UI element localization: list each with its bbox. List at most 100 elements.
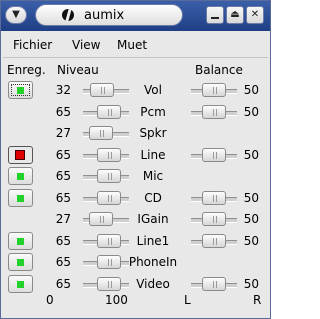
channel-row-cd: 65 CD 50 bbox=[1, 188, 270, 210]
maximize-button[interactable]: ⏏ bbox=[226, 6, 244, 24]
slider-knob[interactable] bbox=[202, 234, 226, 248]
record-toggle-video[interactable] bbox=[8, 275, 33, 293]
channel-row-pcm: 65 Pcm 50 bbox=[1, 102, 270, 124]
close-button[interactable]: ✕ bbox=[246, 6, 264, 24]
level-slider[interactable] bbox=[83, 148, 129, 164]
record-led-icon bbox=[17, 259, 24, 266]
slider-knob[interactable] bbox=[202, 105, 226, 119]
record-toggle-mic[interactable] bbox=[8, 167, 33, 185]
slider-knob[interactable] bbox=[97, 169, 121, 183]
level-slider[interactable] bbox=[83, 169, 129, 185]
channel-row-line1: 65 Line1 50 bbox=[1, 231, 270, 253]
scale-level-min: 0 bbox=[46, 293, 54, 307]
level-slider[interactable] bbox=[83, 234, 129, 250]
record-toggle-phonein[interactable] bbox=[8, 253, 33, 271]
menu-bar: Fichier View Muet bbox=[3, 33, 268, 58]
channel-row-video: 65 Video 50 bbox=[1, 274, 270, 296]
aumix-app-icon bbox=[62, 9, 74, 21]
slider-knob[interactable] bbox=[202, 83, 226, 97]
slider-knob[interactable] bbox=[202, 212, 226, 226]
header-balance: Balance bbox=[195, 63, 243, 77]
slider-knob[interactable] bbox=[97, 105, 121, 119]
level-value: 65 bbox=[55, 234, 71, 248]
record-toggle-cd[interactable] bbox=[8, 189, 33, 207]
level-slider[interactable] bbox=[83, 105, 129, 121]
menu-muet[interactable]: Muet bbox=[117, 38, 147, 52]
channel-label: IGain bbox=[137, 212, 169, 226]
level-value: 65 bbox=[55, 255, 71, 269]
slider-knob[interactable] bbox=[202, 148, 226, 162]
channel-label: Line1 bbox=[136, 234, 170, 248]
slider-knob[interactable] bbox=[97, 234, 121, 248]
balance-slider[interactable] bbox=[191, 212, 237, 228]
record-toggle-line[interactable] bbox=[8, 146, 33, 164]
balance-value: 50 bbox=[243, 234, 259, 248]
balance-slider[interactable] bbox=[191, 83, 237, 99]
record-toggle-vol[interactable] bbox=[8, 81, 33, 99]
level-slider[interactable] bbox=[83, 83, 129, 99]
slider-knob[interactable] bbox=[90, 83, 114, 97]
level-slider[interactable] bbox=[83, 126, 129, 142]
level-value: 32 bbox=[55, 83, 71, 97]
level-slider[interactable] bbox=[83, 277, 129, 293]
aumix-window: ▼ aumix ⏏ ✕ Fichier View Muet Enreg. Niv… bbox=[0, 0, 271, 319]
level-value: 65 bbox=[55, 105, 71, 119]
title-bar[interactable]: ▼ aumix ⏏ ✕ bbox=[1, 1, 270, 31]
slider-knob[interactable] bbox=[202, 191, 226, 205]
minimize-icon bbox=[211, 17, 219, 19]
channel-row-igain: 27 IGain 50 bbox=[1, 209, 270, 231]
channel-label: PhoneIn bbox=[128, 255, 178, 269]
balance-value: 50 bbox=[243, 83, 259, 97]
slider-knob[interactable] bbox=[89, 126, 113, 140]
menu-fichier[interactable]: Fichier bbox=[13, 38, 52, 52]
channel-label: CD bbox=[144, 191, 162, 205]
record-led-icon bbox=[17, 195, 24, 202]
channel-label: Video bbox=[136, 277, 170, 291]
balance-slider[interactable] bbox=[191, 234, 237, 250]
window-menu-button[interactable]: ▼ bbox=[5, 6, 27, 24]
record-led-icon bbox=[17, 173, 24, 180]
slider-knob[interactable] bbox=[97, 148, 121, 162]
slider-knob[interactable] bbox=[97, 277, 121, 291]
balance-slider[interactable] bbox=[191, 191, 237, 207]
channel-label: Spkr bbox=[139, 126, 167, 140]
record-led-icon bbox=[17, 87, 24, 94]
level-slider[interactable] bbox=[83, 255, 129, 271]
balance-slider[interactable] bbox=[191, 105, 237, 121]
level-value: 65 bbox=[55, 277, 71, 291]
balance-slider[interactable] bbox=[191, 277, 237, 293]
chevron-down-icon: ▼ bbox=[12, 9, 20, 20]
channel-row-vol: 32 Vol 50 bbox=[1, 80, 270, 102]
channel-row-phonein: 65 PhoneIn bbox=[1, 252, 270, 274]
level-value: 27 bbox=[55, 126, 71, 140]
level-value: 65 bbox=[55, 169, 71, 183]
balance-value: 50 bbox=[243, 105, 259, 119]
window-title: aumix bbox=[84, 8, 125, 23]
record-toggle-line1[interactable] bbox=[8, 232, 33, 250]
level-slider[interactable] bbox=[83, 212, 129, 228]
channel-label: Mic bbox=[142, 169, 164, 183]
channel-row-spkr: 27 Spkr bbox=[1, 123, 270, 145]
balance-value: 50 bbox=[243, 191, 259, 205]
channel-label: Vol bbox=[144, 83, 162, 97]
balance-slider[interactable] bbox=[191, 148, 237, 164]
menu-view[interactable]: View bbox=[72, 38, 100, 52]
level-value: 27 bbox=[55, 212, 71, 226]
balance-value: 50 bbox=[243, 212, 259, 226]
channel-row-line: 65 Line 50 bbox=[1, 145, 270, 167]
slider-knob[interactable] bbox=[202, 277, 226, 291]
balance-value: 50 bbox=[243, 277, 259, 291]
level-slider[interactable] bbox=[83, 191, 129, 207]
slider-knob[interactable] bbox=[97, 191, 121, 205]
record-led-icon bbox=[15, 150, 25, 160]
slider-knob[interactable] bbox=[97, 255, 121, 269]
scale-level-max: 100 bbox=[105, 293, 128, 307]
level-value: 65 bbox=[55, 191, 71, 205]
minimize-button[interactable] bbox=[206, 6, 224, 24]
maximize-icon: ⏏ bbox=[230, 9, 240, 20]
balance-value: 50 bbox=[243, 148, 259, 162]
channel-row-mic: 65 Mic bbox=[1, 166, 270, 188]
scale-balance-right: R bbox=[253, 293, 262, 307]
channel-label: Line bbox=[140, 148, 166, 162]
slider-knob[interactable] bbox=[89, 212, 113, 226]
